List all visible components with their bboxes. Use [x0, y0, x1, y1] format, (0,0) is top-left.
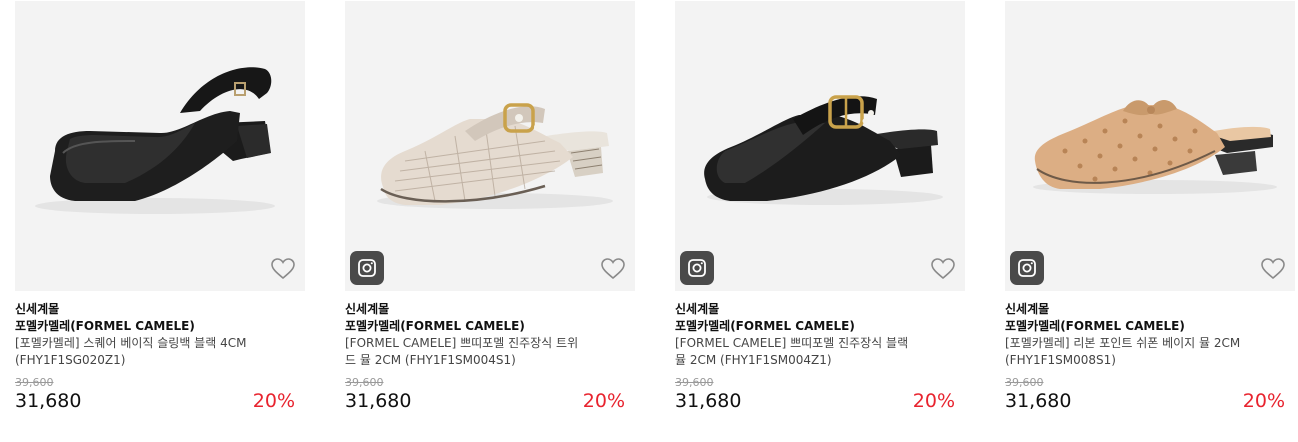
instagram-badge[interactable]: [680, 251, 714, 285]
store-name: 신세계몰: [1005, 302, 1050, 316]
heart-outline-icon[interactable]: [600, 257, 626, 281]
instagram-icon: [688, 259, 706, 277]
original-price: 39,600: [345, 376, 384, 389]
discount-rate: 20%: [252, 390, 295, 412]
product-image[interactable]: [675, 1, 965, 291]
shoe-image: [377, 103, 613, 209]
product-image[interactable]: [345, 1, 635, 291]
store-name: 신세계몰: [345, 302, 390, 316]
product-name-line2: (FHY1F1SG020Z1): [15, 353, 126, 367]
store-name: 신세계몰: [675, 302, 720, 316]
discount-rate: 20%: [582, 390, 625, 412]
store-name: 신세계몰: [15, 302, 60, 316]
product-name-line2: 뮬 2CM (FHY1F1SM004Z1): [675, 353, 832, 367]
discount-rate: 20%: [912, 390, 955, 412]
heart-outline-icon[interactable]: [930, 257, 956, 281]
brand-name[interactable]: 포멜카멜레(FORMEL CAMELE): [675, 317, 855, 334]
product-name-line2: (FHY1F1SM008S1): [1005, 353, 1116, 367]
heart-outline-icon[interactable]: [1260, 257, 1286, 281]
product-name-line2: 드 뮬 2CM (FHY1F1SM004S1): [345, 353, 516, 367]
sale-price: 31,680: [675, 390, 742, 412]
instagram-badge[interactable]: [1010, 251, 1044, 285]
product-card[interactable]: 신세계몰 포멜카멜레(FORMEL CAMELE) [FORMEL CAMELE…: [345, 0, 635, 442]
product-name-line1: [포멜카멜레] 스퀘어 베이직 슬링백 블랙 4CM: [15, 336, 247, 350]
shoe-image: [1033, 100, 1277, 194]
product-image[interactable]: [1005, 1, 1295, 291]
original-price: 39,600: [15, 376, 54, 389]
original-price: 39,600: [675, 376, 714, 389]
heart-outline-icon[interactable]: [270, 257, 296, 281]
product-name-line1: [포멜카멜레] 리본 포인트 쉬폰 베이지 뮬 2CM: [1005, 336, 1241, 350]
product-card[interactable]: 신세계몰 포멜카멜레(FORMEL CAMELE) [포멜카멜레] 스퀘어 베이…: [15, 0, 305, 442]
product-name[interactable]: [포멜카멜레] 리본 포인트 쉬폰 베이지 뮬 2CM (FHY1F1SM008…: [1005, 335, 1290, 371]
product-grid: 신세계몰 포멜카멜레(FORMEL CAMELE) [포멜카멜레] 스퀘어 베이…: [0, 0, 1298, 442]
instagram-icon: [358, 259, 376, 277]
product-name[interactable]: [FORMEL CAMELE] 쁘띠포멜 진주장식 트위 드 뮬 2CM (FH…: [345, 335, 630, 371]
product-card[interactable]: 신세계몰 포멜카멜레(FORMEL CAMELE) [FORMEL CAMELE…: [675, 0, 965, 442]
brand-name[interactable]: 포멜카멜레(FORMEL CAMELE): [1005, 317, 1185, 334]
shoe-image: [704, 95, 943, 205]
product-name[interactable]: [FORMEL CAMELE] 쁘띠포멜 진주장식 블랙 뮬 2CM (FHY1…: [675, 335, 960, 371]
product-name[interactable]: [포멜카멜레] 스퀘어 베이직 슬링백 블랙 4CM (FHY1F1SG020Z…: [15, 335, 300, 371]
instagram-icon: [1018, 259, 1036, 277]
sale-price: 31,680: [1005, 390, 1072, 412]
discount-rate: 20%: [1242, 390, 1285, 412]
instagram-badge[interactable]: [350, 251, 384, 285]
product-image[interactable]: [15, 1, 305, 291]
original-price: 39,600: [1005, 376, 1044, 389]
product-name-line1: [FORMEL CAMELE] 쁘띠포멜 진주장식 트위: [345, 336, 579, 350]
sale-price: 31,680: [345, 390, 412, 412]
brand-name[interactable]: 포멜카멜레(FORMEL CAMELE): [15, 317, 195, 334]
sale-price: 31,680: [15, 390, 82, 412]
shoe-image: [35, 67, 275, 214]
product-name-line1: [FORMEL CAMELE] 쁘띠포멜 진주장식 블랙: [675, 336, 909, 350]
product-card[interactable]: 신세계몰 포멜카멜레(FORMEL CAMELE) [포멜카멜레] 리본 포인트…: [1005, 0, 1295, 442]
brand-name[interactable]: 포멜카멜레(FORMEL CAMELE): [345, 317, 525, 334]
